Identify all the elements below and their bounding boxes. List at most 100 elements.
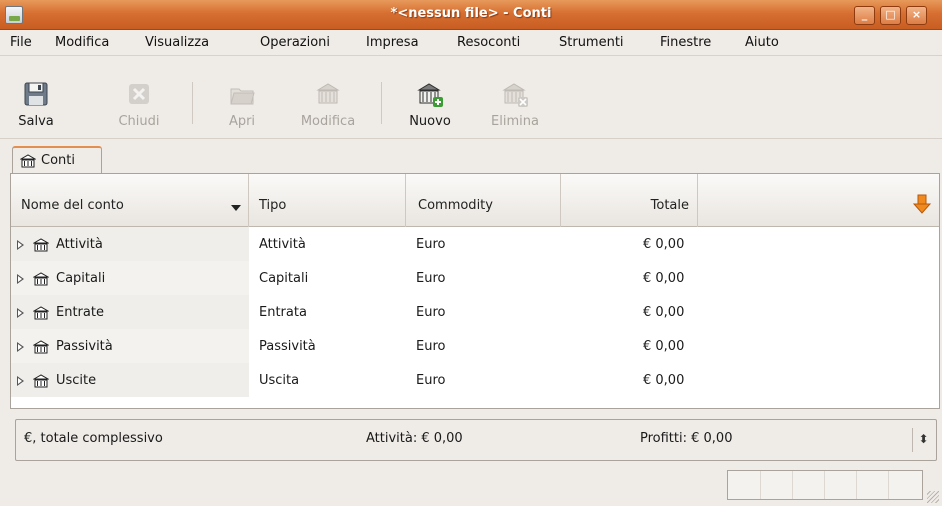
save-label: Salva: [18, 114, 54, 129]
account-name: Attività: [56, 237, 103, 252]
column-commodity-label: Commodity: [418, 198, 493, 213]
menu-file[interactable]: File: [10, 35, 32, 50]
progress-segment: [792, 471, 793, 499]
tab-strip: Conti: [0, 139, 942, 174]
expand-arrow-icon[interactable]: [17, 342, 24, 352]
tree-header: Nome del conto Tipo Commodity Totale: [11, 174, 939, 227]
bank-icon: [20, 154, 36, 168]
progress-bar: [727, 470, 923, 500]
delete-account-button[interactable]: Elimina: [482, 76, 548, 136]
table-row[interactable]: Uscite Uscita Euro € 0,00: [11, 363, 939, 397]
open-button[interactable]: Apri: [212, 76, 272, 136]
column-header-type[interactable]: Tipo: [249, 174, 406, 227]
tab-label: Conti: [41, 153, 75, 168]
toolbar-separator: [192, 82, 193, 124]
edit-button[interactable]: Modifica: [290, 76, 366, 136]
table-row[interactable]: Entrate Entrata Euro € 0,00: [11, 295, 939, 329]
resize-grip[interactable]: [927, 491, 939, 503]
menu-impresa[interactable]: Impresa: [366, 35, 419, 50]
toolbar-separator: [381, 82, 382, 124]
close-window-button[interactable]: ×: [906, 6, 927, 25]
account-total: € 0,00: [643, 373, 685, 388]
tab-conti[interactable]: Conti: [12, 146, 102, 174]
summary-profits: Profitti: € 0,00: [640, 431, 733, 446]
bank-add-icon: [417, 83, 443, 107]
accounts-tree[interactable]: Nome del conto Tipo Commodity Totale Att…: [10, 173, 940, 409]
sort-down-icon: [231, 205, 241, 211]
progress-segment: [888, 471, 889, 499]
bank-icon: [33, 306, 49, 320]
floppy-icon: [24, 82, 48, 106]
column-type-label: Tipo: [259, 198, 287, 213]
window-title: *<nessun file> - Conti: [390, 6, 552, 21]
menu-aiuto[interactable]: Aiuto: [745, 35, 779, 50]
menu-resoconti[interactable]: Resoconti: [457, 35, 520, 50]
column-header-total[interactable]: Totale: [561, 174, 698, 227]
account-total: € 0,00: [643, 237, 685, 252]
progress-segment: [856, 471, 857, 499]
account-type: Uscita: [259, 373, 300, 388]
bank-edit-icon: [316, 83, 340, 104]
table-row[interactable]: Capitali Capitali Euro € 0,00: [11, 261, 939, 295]
account-type: Capitali: [259, 271, 309, 286]
open-label: Apri: [228, 114, 256, 129]
column-header-commodity[interactable]: Commodity: [406, 174, 561, 227]
edit-label: Modifica: [300, 114, 356, 129]
title-bar[interactable]: *<nessun file> - Conti _ □ ×: [0, 0, 942, 30]
toolbar: Salva Chiudi Apri Modifica Nuovo Elimina: [0, 56, 942, 139]
column-total-label: Totale: [650, 198, 689, 213]
save-button[interactable]: Salva: [8, 76, 64, 136]
account-name: Uscite: [56, 373, 97, 388]
new-account-label: Nuovo: [409, 114, 451, 129]
column-header-name[interactable]: Nome del conto: [11, 174, 249, 227]
account-name: Entrate: [56, 305, 104, 320]
column-picker-arrow-icon[interactable]: [913, 193, 931, 215]
delete-account-label: Elimina: [491, 114, 539, 129]
bank-icon: [33, 272, 49, 286]
bank-icon: [33, 238, 49, 252]
expand-arrow-icon[interactable]: [17, 376, 24, 386]
menu-visualizza[interactable]: Visualizza: [145, 35, 209, 50]
expand-arrow-icon[interactable]: [17, 308, 24, 318]
menu-bar: File Modifica Visualizza Operazioni Impr…: [0, 30, 942, 56]
account-total: € 0,00: [643, 339, 685, 354]
table-row[interactable]: Attività Attività Euro € 0,00: [11, 227, 939, 261]
expand-arrow-icon[interactable]: [17, 240, 24, 250]
account-type: Attività: [259, 237, 306, 252]
bank-delete-icon: [502, 83, 528, 107]
menu-operazioni[interactable]: Operazioni: [260, 35, 330, 50]
open-folder-icon: [230, 88, 255, 105]
account-total: € 0,00: [643, 271, 685, 286]
bank-icon: [33, 340, 49, 354]
close-label: Chiudi: [118, 114, 160, 129]
account-total: € 0,00: [643, 305, 685, 320]
summary-label: €, totale complessivo: [24, 431, 163, 446]
progress-segment: [760, 471, 761, 499]
status-bar: [0, 463, 942, 506]
account-commodity: Euro: [416, 237, 446, 252]
account-name: Capitali: [56, 271, 106, 286]
account-commodity: Euro: [416, 305, 446, 320]
account-type: Passività: [259, 339, 316, 354]
account-commodity: Euro: [416, 373, 446, 388]
summary-assets: Attività: € 0,00: [366, 431, 463, 446]
table-row[interactable]: Passività Passività Euro € 0,00: [11, 329, 939, 363]
menu-finestre[interactable]: Finestre: [660, 35, 711, 50]
maximize-button[interactable]: □: [880, 6, 901, 25]
minimize-button[interactable]: _: [854, 6, 875, 25]
bank-icon: [33, 374, 49, 388]
menu-strumenti[interactable]: Strumenti: [559, 35, 624, 50]
account-type: Entrata: [259, 305, 307, 320]
summary-bar: €, totale complessivo Attività: € 0,00 P…: [15, 419, 937, 461]
close-button[interactable]: Chiudi: [108, 76, 170, 136]
close-icon: [129, 84, 149, 104]
menu-modifica[interactable]: Modifica: [55, 35, 109, 50]
account-name: Passività: [56, 339, 113, 354]
account-commodity: Euro: [416, 339, 446, 354]
new-account-button[interactable]: Nuovo: [398, 76, 462, 136]
summary-selector-button[interactable]: ⬍: [912, 428, 934, 452]
column-name-label: Nome del conto: [21, 198, 124, 213]
progress-segment: [824, 471, 825, 499]
expand-arrow-icon[interactable]: [17, 274, 24, 284]
account-commodity: Euro: [416, 271, 446, 286]
